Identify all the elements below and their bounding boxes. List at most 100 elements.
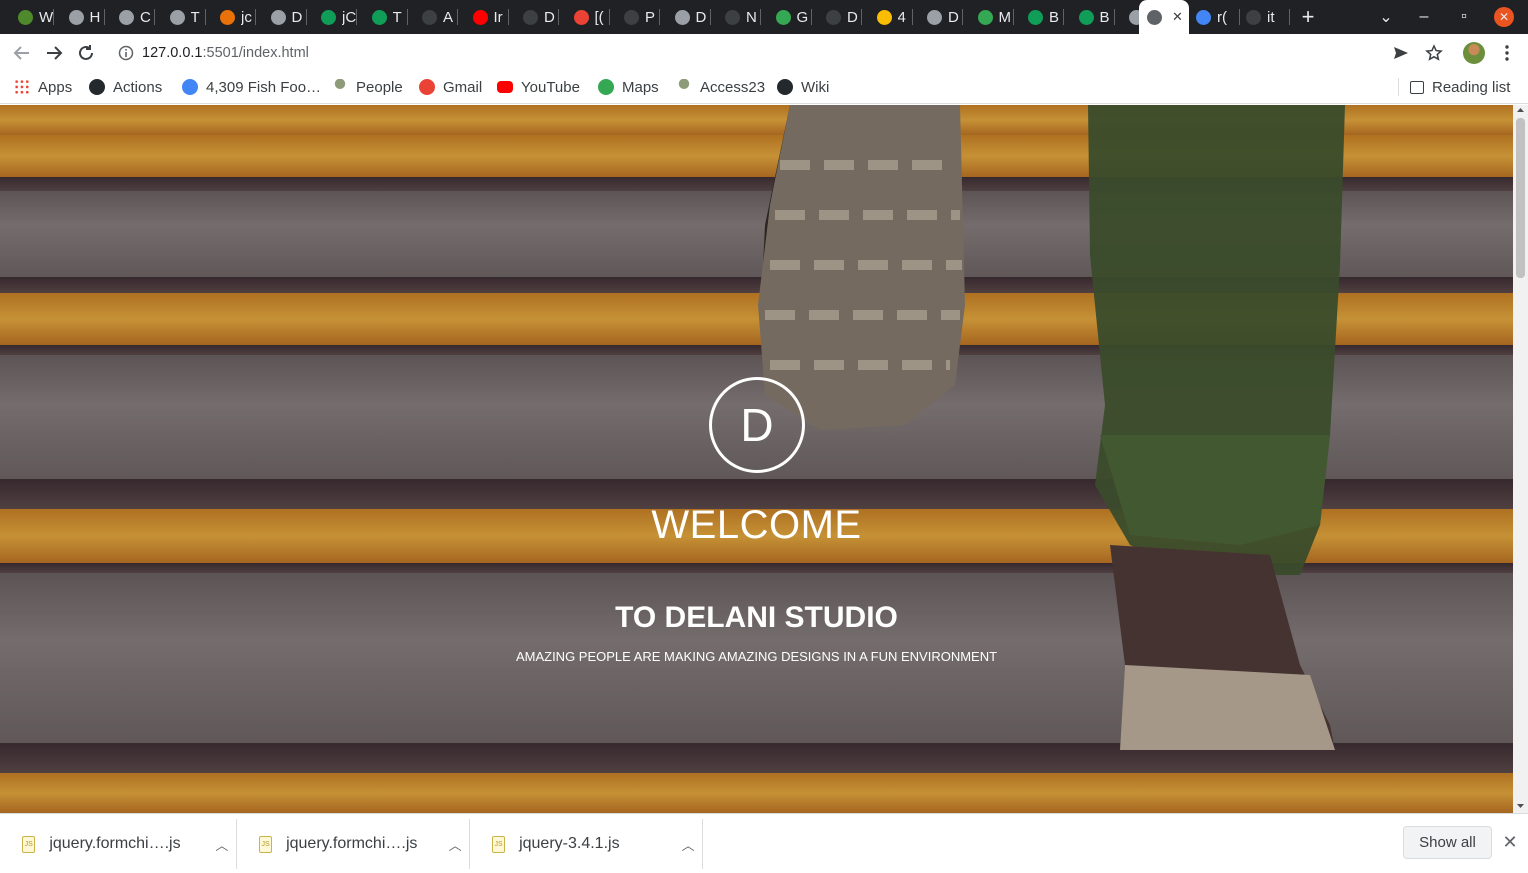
browser-tab[interactable]: A — [408, 0, 458, 34]
browser-tab[interactable]: r( — [1190, 0, 1240, 34]
browser-tab[interactable]: T — [358, 0, 408, 34]
send-button[interactable] — [1386, 34, 1416, 71]
browser-tab[interactable]: Ir — [459, 0, 509, 34]
browser-tab[interactable]: D — [913, 0, 963, 34]
browser-tab[interactable]: jC — [307, 0, 357, 34]
browser-tab[interactable]: W — [4, 0, 54, 34]
download-item[interactable]: JS jquery.formchi….js ︿ — [237, 819, 470, 869]
browser-tab[interactable]: it — [1240, 0, 1290, 34]
bookmark-item[interactable]: Actions — [89, 71, 162, 103]
downloads-shelf: JS jquery.formchi….js ︿ JS jquery.formch… — [0, 813, 1528, 873]
browser-tab[interactable]: jc — [206, 0, 256, 34]
scroll-up-icon — [1517, 108, 1524, 112]
tab-strip: WHCTjcDjCTAIrD[(PDNGD4DMBBD✕r(it+⌄–▫✕ — [0, 0, 1528, 34]
download-filename: jquery.formchi….js — [49, 835, 181, 852]
download-filename: jquery-3.4.1.js — [519, 835, 620, 852]
browser-tab[interactable]: C — [105, 0, 155, 34]
bookmark-item[interactable]: Apps — [14, 71, 72, 103]
browser-tab[interactable]: G — [762, 0, 812, 34]
tree-icon — [332, 79, 348, 95]
chevron-up-icon[interactable]: ︿ — [208, 835, 236, 854]
site-info-icon[interactable] — [118, 45, 134, 61]
tab-favicon-icon — [220, 9, 235, 25]
bookmark-item[interactable]: Maps — [598, 71, 659, 103]
tab-favicon-icon — [1246, 9, 1261, 25]
tab-favicon-icon — [18, 9, 33, 25]
chevron-up-icon[interactable]: ︿ — [674, 835, 702, 854]
browser-tab[interactable]: B — [1065, 0, 1115, 34]
hero-tagline: AMAZING PEOPLE ARE MAKING AMAZING DESIGN… — [515, 649, 998, 664]
browser-toolbar: 127.0.0.1:5501/index.html — [0, 34, 1528, 71]
profile-avatar[interactable] — [1459, 34, 1489, 71]
js-file-icon: JS — [259, 835, 273, 853]
tab-search-chevron-icon[interactable]: ⌄ — [1372, 0, 1400, 34]
download-filename: jquery.formchi….js — [286, 835, 418, 852]
bookmark-item[interactable]: YouTube — [497, 71, 580, 103]
browser-tab[interactable]: [( — [560, 0, 610, 34]
browser-tab[interactable]: D — [812, 0, 862, 34]
bookmark-item[interactable]: Wiki — [777, 71, 829, 103]
close-tab-icon[interactable]: ✕ — [1172, 9, 1183, 25]
more-vert-icon — [1505, 44, 1509, 61]
page-scrollbar[interactable] — [1513, 105, 1528, 813]
forward-button[interactable] — [39, 34, 69, 71]
bookmark-item[interactable]: 4,309 Fish Foo… — [182, 71, 321, 103]
browser-tab[interactable]: D — [509, 0, 559, 34]
bookmark-label: Actions — [113, 78, 163, 96]
reading-list-label: Reading list — [1432, 78, 1511, 96]
menu-button[interactable] — [1492, 34, 1522, 71]
scroll-thumb[interactable] — [1516, 118, 1525, 278]
tab-favicon-icon — [169, 9, 185, 25]
tab-favicon-icon — [573, 9, 589, 25]
bookmark-star-button[interactable] — [1419, 34, 1449, 71]
bookmark-label: 4,309 Fish Foo… — [206, 78, 322, 96]
browser-tab[interactable]: D — [257, 0, 307, 34]
bookmark-item[interactable]: People — [332, 71, 403, 103]
back-arrow-icon — [13, 45, 29, 60]
tab-title: T — [190, 8, 200, 26]
browser-tab[interactable]: N — [711, 0, 761, 34]
js-file-icon: JS — [492, 835, 506, 853]
address-bar[interactable]: 127.0.0.1:5501/index.html — [108, 38, 1454, 67]
back-button[interactable] — [7, 34, 37, 71]
tab-title: D — [291, 8, 303, 26]
studio-logo: D — [709, 377, 805, 473]
browser-tab[interactable]: 4 — [863, 0, 913, 34]
browser-tab[interactable]: P — [610, 0, 660, 34]
bookmark-item[interactable]: Gmail — [419, 71, 482, 103]
send-icon — [1394, 46, 1408, 59]
tab-title: D — [695, 8, 707, 26]
page-viewport: D WELCOME TO DELANI STUDIO AMAZING PEOPL… — [0, 105, 1513, 813]
minimize-icon[interactable]: – — [1410, 0, 1438, 34]
show-all-button[interactable]: Show all — [1403, 826, 1492, 859]
youtube-icon — [497, 81, 513, 93]
reload-button[interactable] — [71, 34, 101, 71]
close-icon[interactable]: ✕ — [1498, 830, 1522, 854]
download-item[interactable]: JS jquery.formchi….js ︿ — [0, 819, 237, 869]
new-tab-plus-icon[interactable]: + — [1294, 0, 1322, 34]
tab-title: T — [392, 8, 402, 26]
browser-tab[interactable]: M — [964, 0, 1014, 34]
tab-favicon-icon — [1078, 9, 1094, 25]
reading-list-button[interactable]: Reading list — [1410, 71, 1510, 103]
tab-favicon-icon — [422, 9, 437, 25]
bookmark-label: Maps — [622, 78, 659, 96]
browser-tab[interactable]: H — [55, 0, 105, 34]
gmail-icon — [419, 79, 435, 95]
active-tab[interactable]: ✕ — [1139, 0, 1189, 34]
tab-favicon-icon — [523, 9, 538, 25]
download-item[interactable]: JS jquery-3.4.1.js ︿ — [470, 819, 703, 869]
tab-favicon-icon — [674, 9, 690, 25]
browser-tab[interactable]: B — [1014, 0, 1064, 34]
tab-title: G — [796, 8, 809, 26]
tab-title: D — [847, 8, 858, 26]
reload-icon — [79, 44, 93, 60]
browser-tab[interactable]: T — [156, 0, 206, 34]
restore-icon[interactable]: ▫ — [1450, 0, 1478, 34]
bookmark-item[interactable]: Access23 — [676, 71, 765, 103]
browser-tab[interactable]: D — [661, 0, 711, 34]
tab-favicon-icon — [775, 9, 791, 25]
window-close-icon[interactable]: ✕ — [1494, 7, 1514, 27]
tab-favicon-icon — [725, 9, 740, 25]
chevron-up-icon[interactable]: ︿ — [441, 835, 469, 854]
